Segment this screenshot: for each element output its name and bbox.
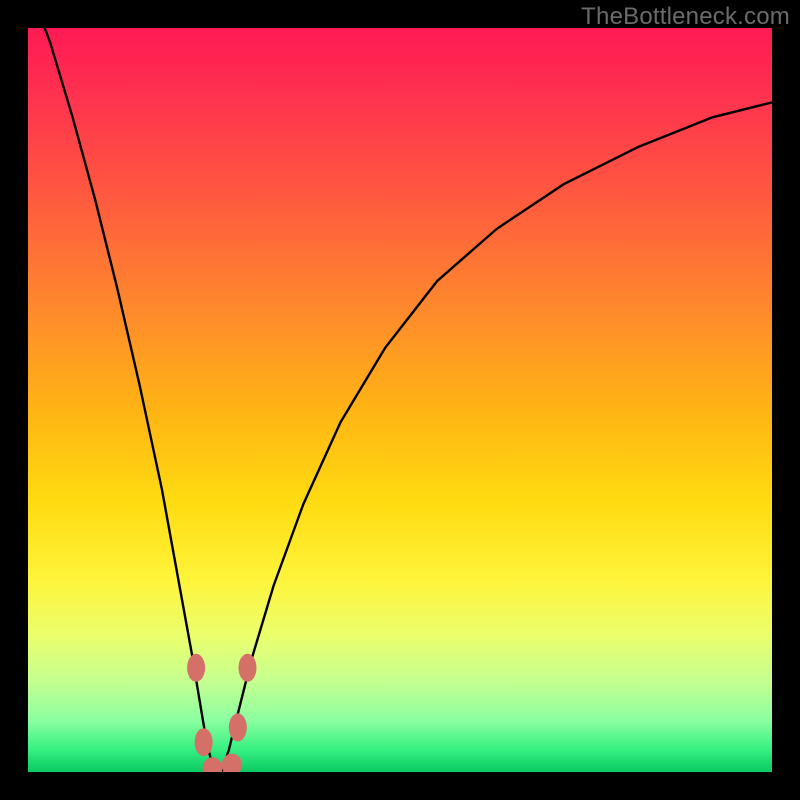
dot-right-lower: [229, 713, 247, 741]
dot-right-upper: [239, 654, 257, 682]
dot-left-lower: [195, 728, 213, 756]
marker-dots: [28, 28, 772, 772]
dot-trough-left: [203, 757, 223, 772]
watermark-label: TheBottleneck.com: [581, 3, 790, 31]
plot-area: [28, 28, 772, 772]
chart-frame: TheBottleneck.com: [0, 0, 800, 800]
dot-left-upper: [187, 654, 205, 682]
dot-trough-right: [222, 754, 242, 772]
